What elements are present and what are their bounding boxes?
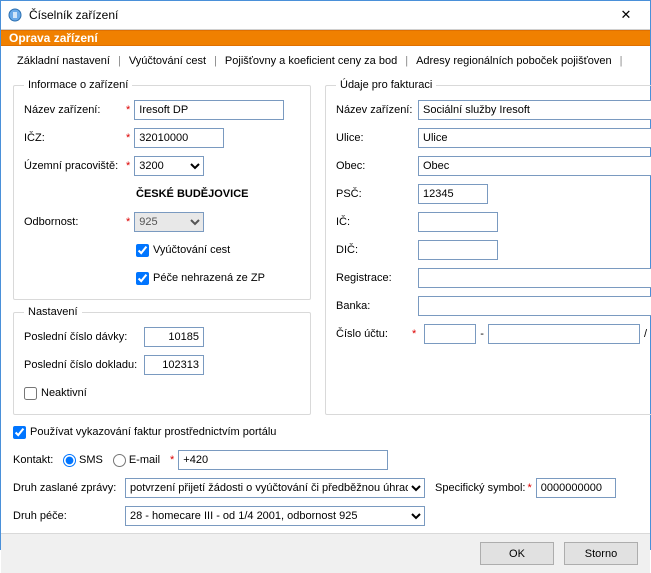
- close-icon: ✕: [621, 7, 632, 23]
- label-kontakt: Kontakt:: [13, 454, 63, 466]
- checkbox-label: Používat vykazování faktur prostřednictv…: [30, 426, 276, 438]
- label-specificky-symbol: Specifický symbol:: [435, 482, 525, 494]
- label-druh-pece: Druh péče:: [13, 510, 125, 522]
- required-marker: *: [126, 216, 130, 228]
- label-psc: PSČ:: [336, 188, 418, 200]
- checkbox-neaktivni[interactable]: [24, 387, 37, 400]
- group-informace-o-zarizeni: Informace o zařízení Název zařízení: * I…: [13, 79, 311, 300]
- tab-zakladni-nastaveni[interactable]: Základní nastavení: [9, 52, 118, 71]
- radio-sms[interactable]: SMS: [63, 454, 103, 467]
- checkbox-label: Vyúčtování cest: [153, 244, 230, 256]
- tab-vyuctovani-cest[interactable]: Vyúčtování cest: [121, 52, 214, 71]
- label-ulice: Ulice:: [336, 132, 418, 144]
- checkbox-row-pece-nehrazena[interactable]: Péče nehrazená ze ZP: [136, 272, 265, 285]
- portal-section: Používat vykazování faktur prostřednictv…: [13, 421, 638, 527]
- storno-button[interactable]: Storno: [564, 542, 638, 565]
- select-odbornost[interactable]: 925: [134, 212, 204, 232]
- label-cislo-uctu: Číslo účtu:: [336, 328, 406, 340]
- ok-button[interactable]: OK: [480, 542, 554, 565]
- input-ulice[interactable]: [418, 128, 651, 148]
- required-marker: *: [126, 132, 130, 144]
- group-udaje-pro-fakturaci: Údaje pro fakturaci Název zařízení: Ulic…: [325, 79, 651, 415]
- radio-group-kontakt: SMS E-mail: [63, 454, 160, 467]
- group-legend: Údaje pro fakturaci: [336, 79, 436, 91]
- checkbox-label: Péče nehrazená ze ZP: [153, 272, 265, 284]
- checkbox-label: Neaktivní: [41, 387, 87, 399]
- window: Číselník zařízení ✕ Oprava zařízení Zákl…: [0, 0, 651, 550]
- radio-label: E-mail: [129, 454, 160, 466]
- label-nazev-zarizeni: Název zařízení:: [24, 104, 124, 116]
- required-marker: *: [412, 328, 416, 340]
- label-odbornost: Odbornost:: [24, 216, 124, 228]
- label-obec: Obec:: [336, 160, 418, 172]
- label-icz: IČZ:: [24, 132, 124, 144]
- input-posledni-cislo-dokladu[interactable]: [144, 355, 204, 375]
- required-marker: *: [126, 104, 130, 116]
- checkbox-row-vyuctovani-cest[interactable]: Vyúčtování cest: [136, 244, 230, 257]
- input-ucet-cislo[interactable]: [488, 324, 640, 344]
- input-nazev-zarizeni-fakt[interactable]: [418, 100, 651, 120]
- checkbox-row-vykazovani-portal[interactable]: Používat vykazování faktur prostřednictv…: [13, 426, 276, 439]
- input-psc[interactable]: [418, 184, 488, 204]
- checkbox-vyuctovani-cest[interactable]: [136, 244, 149, 257]
- titlebar: Číselník zařízení ✕: [1, 1, 650, 30]
- label-nazev-zarizeni-fakt: Název zařízení:: [336, 104, 418, 116]
- form-banner: Oprava zařízení: [1, 30, 650, 46]
- input-ic[interactable]: [418, 212, 498, 232]
- radio-email-input[interactable]: [113, 454, 126, 467]
- tab-pojistovny[interactable]: Pojišťovny a koeficient ceny za bod: [217, 52, 405, 71]
- input-registrace[interactable]: [418, 268, 651, 288]
- checkbox-vykazovani-portal[interactable]: [13, 426, 26, 439]
- label-druh-zpravy: Druh zaslané zprávy:: [13, 482, 125, 494]
- radio-label: SMS: [79, 454, 103, 466]
- radio-email[interactable]: E-mail: [113, 454, 160, 467]
- label-posledni-cislo-davky: Poslední číslo dávky:: [24, 331, 144, 343]
- tab-separator: |: [620, 52, 623, 71]
- window-title: Číselník zařízení: [29, 8, 606, 22]
- label-uzemni-text: ČESKÉ BUDĚJOVICE: [136, 188, 248, 200]
- label-dic: DIČ:: [336, 244, 418, 256]
- group-legend: Nastavení: [24, 306, 82, 318]
- button-bar: OK Storno: [1, 533, 650, 573]
- group-legend: Informace o zařízení: [24, 79, 132, 91]
- group-nastaveni: Nastavení Poslední číslo dávky: Poslední…: [13, 306, 311, 415]
- input-kontakt[interactable]: [178, 450, 388, 470]
- checkbox-row-neaktivni[interactable]: Neaktivní: [24, 387, 87, 400]
- input-specificky-symbol[interactable]: [536, 478, 616, 498]
- required-marker: *: [170, 454, 174, 466]
- close-button[interactable]: ✕: [606, 1, 646, 29]
- tab-strip: Základní nastavení | Vyúčtování cest | P…: [1, 46, 650, 71]
- select-druh-zpravy[interactable]: potvrzení přijetí žádosti o vyúčtování č…: [125, 478, 425, 498]
- label-posledni-cislo-dokladu: Poslední číslo dokladu:: [24, 359, 144, 371]
- select-uzemni-pracoviste[interactable]: 3200: [134, 156, 204, 176]
- input-ucet-prefix[interactable]: [424, 324, 476, 344]
- label-registrace: Registrace:: [336, 272, 418, 284]
- input-posledni-cislo-davky[interactable]: [144, 327, 204, 347]
- select-druh-pece[interactable]: 28 - homecare III - od 1/4 2001, odborno…: [125, 506, 425, 526]
- required-marker: *: [126, 160, 130, 172]
- form-banner-title: Oprava zařízení: [9, 31, 98, 45]
- tab-adresy-pobocek[interactable]: Adresy regionálních poboček pojišťoven: [408, 52, 620, 71]
- required-marker: *: [527, 482, 531, 494]
- input-icz[interactable]: [134, 128, 224, 148]
- label-uzemni-pracoviste: Územní pracoviště:: [24, 160, 124, 172]
- label-banka: Banka:: [336, 300, 418, 312]
- separator-slash: /: [644, 328, 647, 340]
- input-nazev-zarizeni[interactable]: [134, 100, 284, 120]
- app-icon: [7, 7, 23, 23]
- input-dic[interactable]: [418, 240, 498, 260]
- content: Informace o zařízení Název zařízení: * I…: [1, 71, 650, 533]
- label-ic: IČ:: [336, 216, 418, 228]
- input-banka[interactable]: [418, 296, 651, 316]
- radio-sms-input[interactable]: [63, 454, 76, 467]
- separator-dash: -: [480, 328, 484, 340]
- checkbox-pece-nehrazena[interactable]: [136, 272, 149, 285]
- select-obec[interactable]: Obec: [418, 156, 651, 176]
